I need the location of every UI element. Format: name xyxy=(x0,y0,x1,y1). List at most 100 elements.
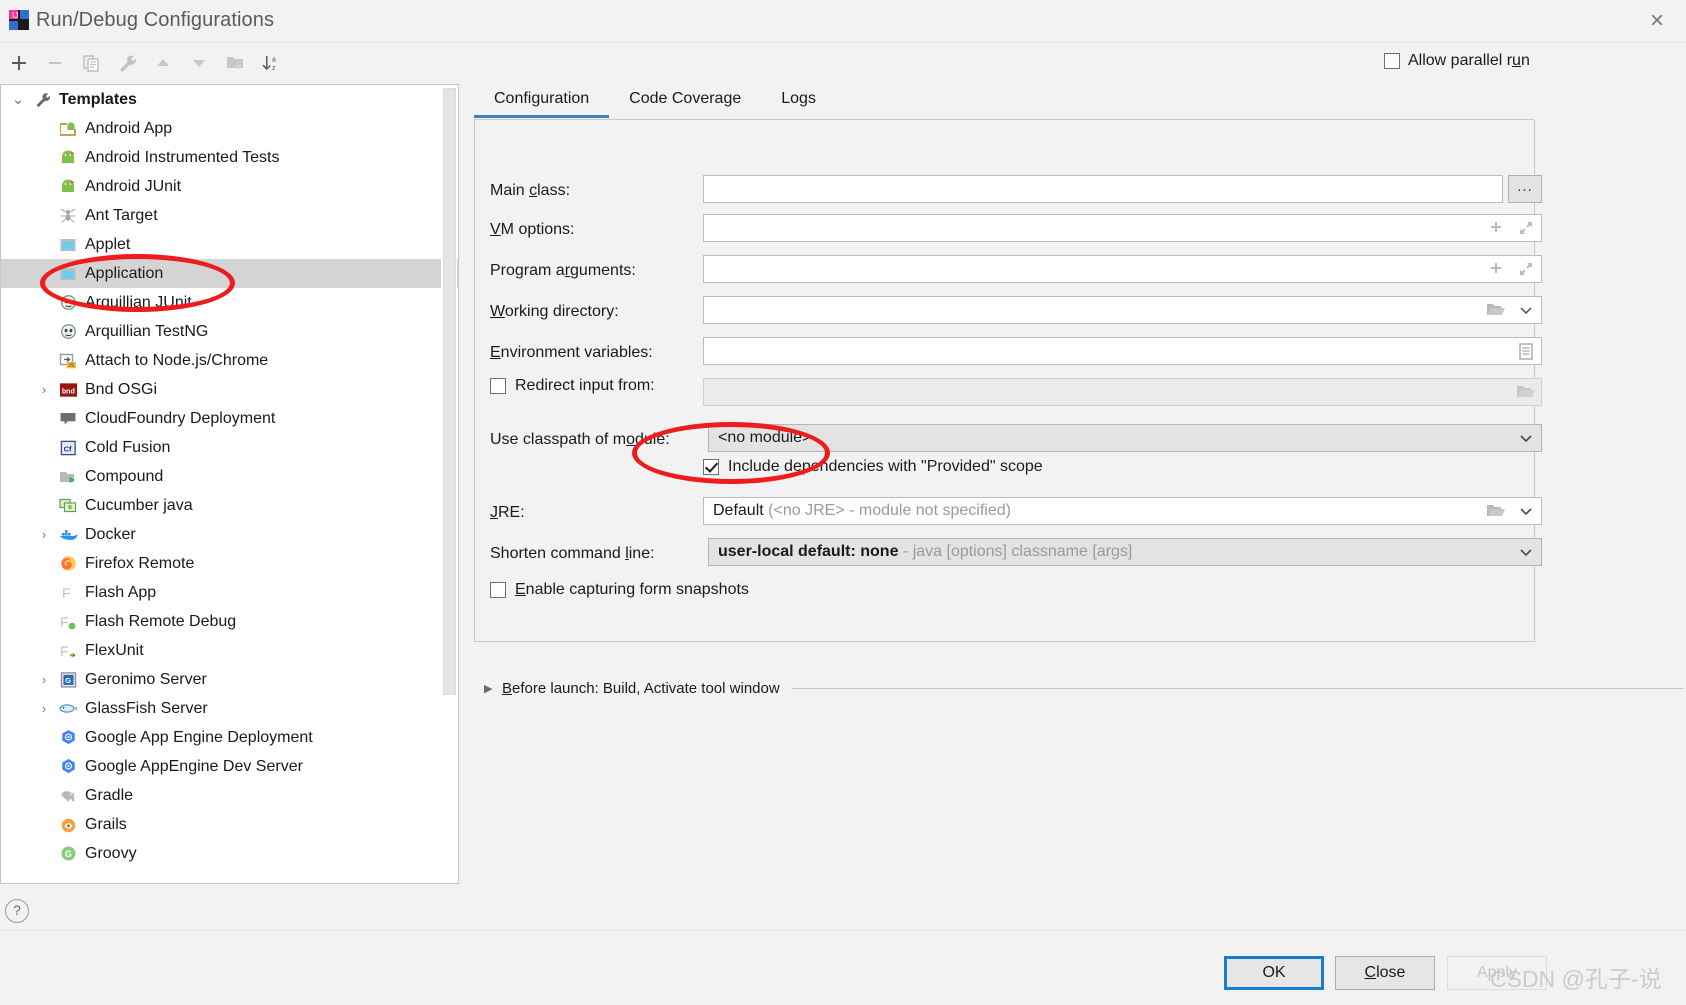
redirect-input-checkbox[interactable]: Redirect input from: xyxy=(490,377,655,395)
coldfusion-icon: Cf xyxy=(57,439,79,457)
tab-code-coverage[interactable]: Code Coverage xyxy=(609,84,761,118)
chevron-right-icon[interactable]: › xyxy=(31,528,57,541)
tree-item-android-instrumented-tests[interactable]: Android Instrumented Tests xyxy=(1,143,458,172)
tree-item-cold-fusion[interactable]: Cf Cold Fusion xyxy=(1,433,458,462)
flash-debug-icon: F xyxy=(57,613,79,631)
tree-item-docker[interactable]: › Docker xyxy=(1,520,458,549)
main-class-browse-button[interactable]: ... xyxy=(1508,175,1542,203)
tree-item-google-appengine-dev-server[interactable]: Google AppEngine Dev Server xyxy=(1,752,458,781)
use-classpath-chevron-down-icon[interactable] xyxy=(1511,425,1541,451)
tree-item-arquillian-junit[interactable]: Arquillian JUnit xyxy=(1,288,458,317)
enable-capturing-snapshots-checkbox[interactable]: Enable capturing form snapshots xyxy=(490,581,749,599)
configuration-form: Main class: ... VM options: Program argu… xyxy=(474,120,1542,642)
tree-item-cloudfoundry-deployment[interactable]: CloudFoundry Deployment xyxy=(1,404,458,433)
tree-item-bnd-osgi[interactable]: › bnd Bnd OSGi xyxy=(1,375,458,404)
grails-icon xyxy=(57,816,79,834)
working-directory-history-chevron-icon[interactable] xyxy=(1511,297,1541,323)
tree-item-google-app-engine-deployment[interactable]: Google App Engine Deployment xyxy=(1,723,458,752)
chevron-right-icon[interactable]: › xyxy=(31,673,57,686)
shorten-command-line-chevron-down-icon[interactable] xyxy=(1511,539,1541,565)
tree-item-glassfish-server[interactable]: › GlassFish Server xyxy=(1,694,458,723)
glassfish-icon xyxy=(57,700,79,718)
tree-scrollbar[interactable] xyxy=(441,86,457,883)
allow-parallel-run-checkbox-box[interactable] xyxy=(1384,53,1400,69)
dialog-footer: ? OK Close Apply xyxy=(0,899,1686,1005)
tree-item-flash-app[interactable]: F Flash App xyxy=(1,578,458,607)
tree-item-ant-target[interactable]: Ant Target xyxy=(1,201,458,230)
flexunit-icon: F xyxy=(57,642,79,660)
jre-chevron-down-icon[interactable] xyxy=(1511,498,1541,524)
arrow-down-icon[interactable] xyxy=(184,48,214,78)
arrow-up-icon[interactable] xyxy=(148,48,178,78)
program-arguments-input[interactable] xyxy=(703,255,1542,283)
tree-item-label: GlassFish Server xyxy=(85,699,208,717)
copy-configuration-button[interactable] xyxy=(76,48,106,78)
tree-item-grails[interactable]: Grails xyxy=(1,810,458,839)
before-launch-section[interactable]: ▶ Before launch: Build, Activate tool wi… xyxy=(484,680,1684,697)
remove-configuration-button[interactable] xyxy=(40,48,70,78)
close-icon[interactable]: × xyxy=(1642,6,1672,36)
vm-options-input[interactable] xyxy=(703,214,1542,242)
tree-item-attach-to-node-js-chrome[interactable]: JS Attach to Node.js/Chrome xyxy=(1,346,458,375)
redirect-input-checkbox-box[interactable] xyxy=(490,378,506,394)
include-provided-scope-checkbox[interactable]: Include dependencies with "Provided" sco… xyxy=(703,458,1043,476)
redirect-input-path-input[interactable] xyxy=(703,378,1542,406)
vm-options-add-icon[interactable] xyxy=(1481,215,1511,241)
working-directory-folder-icon[interactable] xyxy=(1481,297,1511,323)
tree-item-flexunit[interactable]: F FlexUnit xyxy=(1,636,458,665)
tree-item-compound[interactable]: Compound xyxy=(1,462,458,491)
tab-logs[interactable]: Logs xyxy=(761,84,836,118)
add-configuration-button[interactable] xyxy=(4,48,34,78)
svg-text:F: F xyxy=(62,585,71,601)
svg-text:bnd: bnd xyxy=(61,387,74,395)
chevron-down-icon[interactable]: ⌄ xyxy=(5,92,31,107)
vm-options-expand-icon[interactable] xyxy=(1511,215,1541,241)
help-button[interactable]: ? xyxy=(5,899,29,923)
allow-parallel-run-checkbox[interactable]: Allow parallel run xyxy=(1384,52,1530,70)
groovy-icon: G xyxy=(57,845,79,863)
tab-configuration[interactable]: Configuration xyxy=(474,84,610,118)
wrench-icon[interactable] xyxy=(112,48,142,78)
tree-item-cucumber-java[interactable]: Cucumber java xyxy=(1,491,458,520)
close-button[interactable]: Close xyxy=(1335,956,1435,990)
tree-item-label: Ant Target xyxy=(85,206,158,224)
jre-combo[interactable]: Default (<no JRE> - module not specified… xyxy=(703,497,1542,525)
tree-item-applet[interactable]: Applet xyxy=(1,230,458,259)
tree-item-android-app[interactable]: Android App xyxy=(1,114,458,143)
tree-scrollbar-thumb[interactable] xyxy=(443,88,456,695)
tree-item-gradle[interactable]: Gradle xyxy=(1,781,458,810)
folder-add-icon[interactable] xyxy=(220,48,250,78)
tree-item-application[interactable]: Application xyxy=(1,259,458,288)
environment-variables-list-icon[interactable] xyxy=(1511,338,1541,364)
sort-alpha-icon[interactable]: a z xyxy=(256,48,286,78)
ok-button[interactable]: OK xyxy=(1224,956,1324,990)
chevron-right-icon[interactable]: › xyxy=(31,383,57,396)
main-class-input[interactable] xyxy=(703,175,1503,203)
use-classpath-module-combo[interactable]: <no module> xyxy=(708,424,1542,452)
environment-variables-input[interactable] xyxy=(703,337,1542,365)
tree-item-groovy[interactable]: G Groovy xyxy=(1,839,458,868)
tree-item-arquillian-testng[interactable]: Arquillian TestNG xyxy=(1,317,458,346)
shorten-command-line-combo[interactable]: user-local default: none - java [options… xyxy=(708,538,1542,566)
tree-item-templates[interactable]: ⌄ Templates xyxy=(1,85,458,114)
include-provided-scope-checkbox-box[interactable] xyxy=(703,459,719,475)
android-junit-icon xyxy=(57,178,79,196)
tree-item-label: Google AppEngine Dev Server xyxy=(85,757,303,775)
shorten-command-line-value: user-local default: none - java [options… xyxy=(718,543,1133,560)
configuration-templates-tree[interactable]: ⌄ Templates Android App Android Instrumente… xyxy=(0,84,459,884)
program-arguments-expand-icon[interactable] xyxy=(1511,256,1541,282)
tree-item-geronimo-server[interactable]: › G Geronimo Server xyxy=(1,665,458,694)
working-directory-input[interactable] xyxy=(703,296,1542,324)
tree-item-android-junit[interactable]: Android JUnit xyxy=(1,172,458,201)
enable-capturing-snapshots-checkbox-box[interactable] xyxy=(490,582,506,598)
cucumber-icon xyxy=(57,497,79,515)
tree-item-flash-remote-debug[interactable]: F Flash Remote Debug xyxy=(1,607,458,636)
redirect-input-folder-icon[interactable] xyxy=(1511,379,1541,405)
jre-folder-icon[interactable] xyxy=(1481,498,1511,524)
program-arguments-add-icon[interactable] xyxy=(1481,256,1511,282)
svg-text:JS: JS xyxy=(68,363,75,369)
chevron-right-icon[interactable]: › xyxy=(31,702,57,715)
tree-item-firefox-remote[interactable]: Firefox Remote xyxy=(1,549,458,578)
before-launch-expand-triangle-icon[interactable]: ▶ xyxy=(484,682,502,695)
before-launch-separator xyxy=(791,688,1684,689)
